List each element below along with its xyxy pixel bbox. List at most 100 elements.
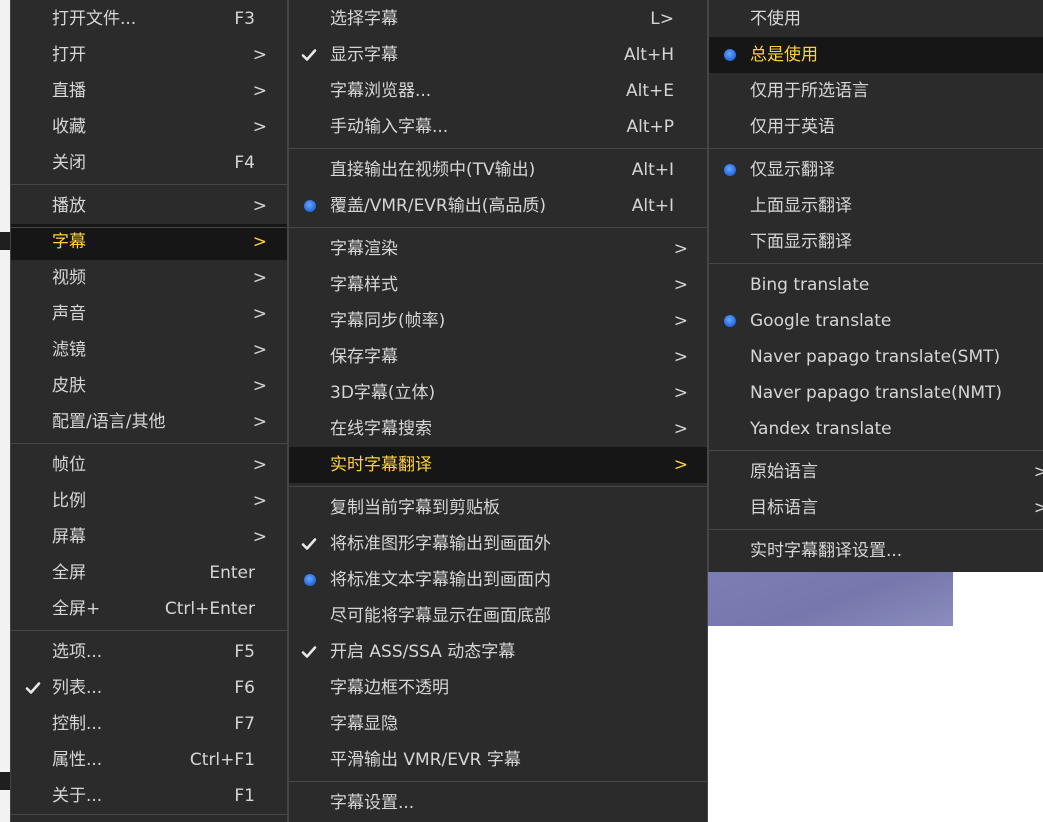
radio-selected-icon: [300, 188, 320, 224]
menu-item-总是使用[interactable]: 总是使用: [709, 37, 1043, 73]
menu-item-属性[interactable]: 属性... Ctrl+F1: [11, 742, 287, 778]
menu-item-label: 实时字幕翻译: [330, 455, 432, 475]
menu-item-实时字幕翻译设置[interactable]: 实时字幕翻译设置...: [709, 533, 1043, 569]
menu-item-不使用[interactable]: 不使用: [709, 1, 1043, 37]
menu-item-滤镜[interactable]: 滤镜 >: [11, 332, 287, 368]
menu-item-上面显示翻译[interactable]: 上面显示翻译: [709, 188, 1043, 224]
shortcut-label: F4: [234, 153, 255, 173]
submenu-arrow-icon: >: [252, 117, 267, 137]
menu-item-3d字幕-立体[interactable]: 3D字幕(立体) >: [289, 375, 707, 411]
menu-item-label: 全屏: [52, 563, 86, 583]
menu-item-label: 属性...: [52, 750, 103, 770]
menu-item-label: 字幕: [52, 232, 86, 252]
menu-item-屏幕[interactable]: 屏幕 >: [11, 519, 287, 555]
shortcut-label: Alt+I: [631, 196, 674, 216]
menu-item-在线字幕搜索[interactable]: 在线字幕搜索 >: [289, 411, 707, 447]
menu-item-保存字幕[interactable]: 保存字幕 >: [289, 339, 707, 375]
menu-item-字幕渲染[interactable]: 字幕渲染 >: [289, 231, 707, 267]
menu-item-label: 关于...: [52, 786, 103, 806]
menu-item-平滑输出-vmr-evr-字幕[interactable]: 平滑输出 VMR/EVR 字幕: [289, 742, 707, 778]
menu-item-目标语言[interactable]: 目标语言 >: [709, 490, 1043, 526]
menu-item-播放[interactable]: 播放 >: [11, 188, 287, 224]
menu-item-直接输出在视频中-tv输出[interactable]: 直接输出在视频中(TV输出) Alt+I: [289, 152, 707, 188]
subtitle-submenu: 选择字幕 L> 显示字幕 Alt+H 字幕浏览器... Alt+E 手动输入字幕... Alt…: [288, 0, 708, 822]
radio-selected-icon: [720, 37, 740, 73]
menu-item-复制当前字幕到剪贴板[interactable]: 复制当前字幕到剪贴板: [289, 490, 707, 526]
menu-item-全屏[interactable]: 全屏+ Ctrl+Enter: [11, 591, 287, 627]
menu-item-下面显示翻译[interactable]: 下面显示翻译: [709, 224, 1043, 260]
menu-item-label: 选项...: [52, 642, 103, 662]
menu-item-label: 在线字幕搜索: [330, 419, 432, 439]
menu-item-手动输入字幕[interactable]: 手动输入字幕... Alt+P: [289, 109, 707, 145]
menu-item-直播[interactable]: 直播 >: [11, 73, 287, 109]
menu-item-关闭[interactable]: 关闭 F4: [11, 145, 287, 181]
menu-item-声音[interactable]: 声音 >: [11, 296, 287, 332]
menu-item-label: 字幕渲染: [330, 239, 398, 259]
menu-item-字幕边框不透明[interactable]: 字幕边框不透明: [289, 670, 707, 706]
menu-item-视频[interactable]: 视频 >: [11, 260, 287, 296]
menu-item-label: 直接输出在视频中(TV输出): [330, 160, 536, 180]
menu-item-label: 选择字幕: [330, 9, 398, 29]
submenu-arrow-icon: >: [673, 311, 688, 331]
menu-item-尽可能将字幕显示在画面底部[interactable]: 尽可能将字幕显示在画面底部: [289, 598, 707, 634]
shortcut-label: Alt+I: [631, 160, 674, 180]
menu-item-选项[interactable]: 选项... F5: [11, 634, 287, 670]
menu-item-打开文件[interactable]: 打开文件... F3: [11, 1, 287, 37]
realtime-translation-submenu: 不使用 总是使用 仅用于所选语言 仅用于英语仅显示翻译上面显示翻译下面显示翻译 Bing…: [708, 0, 1043, 572]
menu-item-字幕样式[interactable]: 字幕样式 >: [289, 267, 707, 303]
menu-item-label: 覆盖/VMR/EVR输出(高品质): [330, 196, 547, 216]
menu-item-字幕浏览器[interactable]: 字幕浏览器... Alt+E: [289, 73, 707, 109]
menu-item-将标准文本字幕输出到画面内[interactable]: 将标准文本字幕输出到画面内: [289, 562, 707, 598]
menu-item-原始语言[interactable]: 原始语言 >: [709, 454, 1043, 490]
menu-item-label: 帧位: [52, 455, 86, 475]
menu-item-naver-papago-translate-nmt[interactable]: Naver papago translate(NMT): [709, 375, 1043, 411]
menu-item-收藏[interactable]: 收藏 >: [11, 109, 287, 145]
menu-item-仅显示翻译[interactable]: 仅显示翻译: [709, 152, 1043, 188]
menu-item-覆盖-vmr-evr输出-高品质[interactable]: 覆盖/VMR/EVR输出(高品质) Alt+I: [289, 188, 707, 224]
menu-item-显示字幕[interactable]: 显示字幕 Alt+H: [289, 37, 707, 73]
menu-item-列表[interactable]: 列表... F6: [11, 670, 287, 706]
submenu-arrow-icon: >: [673, 419, 688, 439]
menu-item-全屏[interactable]: 全屏 Enter: [11, 555, 287, 591]
menu-item-选择字幕[interactable]: 选择字幕 L>: [289, 1, 707, 37]
menu-item-label: 收藏: [52, 117, 86, 137]
menu-item-将标准图形字幕输出到画面外[interactable]: 将标准图形字幕输出到画面外: [289, 526, 707, 562]
menu-item-关于[interactable]: 关于... F1: [11, 778, 287, 814]
menu-item-label: 上面显示翻译: [750, 196, 852, 216]
menu-item-仅用于所选语言[interactable]: 仅用于所选语言: [709, 73, 1043, 109]
menu-item-字幕[interactable]: 字幕 >: [11, 224, 287, 260]
menu-item-皮肤[interactable]: 皮肤 >: [11, 368, 287, 404]
shortcut-label: Alt+H: [623, 45, 674, 65]
submenu-arrow-icon: >: [252, 304, 267, 324]
menu-item-label: 字幕样式: [330, 275, 398, 295]
menu-item-控制[interactable]: 控制... F7: [11, 706, 287, 742]
menu-item-naver-papago-translate-smt[interactable]: Naver papago translate(SMT): [709, 339, 1043, 375]
menu-item-label: 实时字幕翻译设置...: [750, 541, 903, 561]
menu-item-比例[interactable]: 比例 >: [11, 483, 287, 519]
menu-item-yandex-translate[interactable]: Yandex translate: [709, 411, 1043, 447]
menu-separator: [11, 184, 287, 185]
radio-selected-icon: [300, 562, 320, 598]
menu-item-字幕同步-帧率[interactable]: 字幕同步(帧率) >: [289, 303, 707, 339]
menu-separator: [11, 814, 287, 815]
menu-item-打开[interactable]: 打开 >: [11, 37, 287, 73]
menu-item-label: 保存字幕: [330, 347, 398, 367]
menu-item-label: 滤镜: [52, 340, 86, 360]
shortcut-label: Alt+E: [625, 81, 674, 101]
menu-item-仅用于英语[interactable]: 仅用于英语: [709, 109, 1043, 145]
menu-item-google-translate[interactable]: Google translate: [709, 303, 1043, 339]
menu-item-label: Yandex translate: [750, 419, 892, 439]
menu-item-label: 视频: [52, 268, 86, 288]
menu-item-开启-ass-ssa-动态字幕[interactable]: 开启 ASS/SSA 动态字幕: [289, 634, 707, 670]
menu-item-字幕显隐[interactable]: 字幕显隐: [289, 706, 707, 742]
submenu-arrow-icon: >: [1033, 498, 1043, 518]
menu-item-字幕设置[interactable]: 字幕设置...: [289, 785, 707, 821]
menu-item-帧位[interactable]: 帧位 >: [11, 447, 287, 483]
menu-item-bing-translate[interactable]: Bing translate: [709, 267, 1043, 303]
menu-separator: [11, 630, 287, 631]
background-strip: [0, 772, 10, 790]
checkmark-icon: [300, 526, 320, 562]
menu-item-实时字幕翻译[interactable]: 实时字幕翻译 >: [289, 447, 707, 483]
submenu-arrow-icon: >: [673, 455, 688, 475]
menu-item-配置-语言-其他[interactable]: 配置/语言/其他 >: [11, 404, 287, 440]
